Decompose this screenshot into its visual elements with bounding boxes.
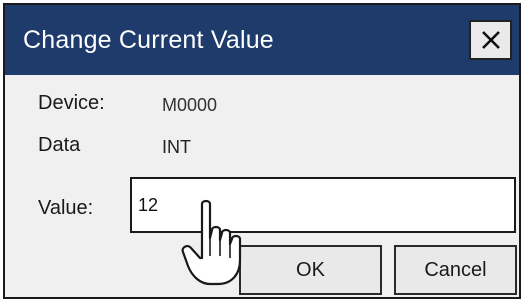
value-input[interactable]: [130, 177, 516, 233]
device-label: Device:: [38, 92, 105, 114]
ok-button[interactable]: OK: [239, 245, 382, 295]
dialog-title: Change Current Value: [23, 26, 274, 54]
close-button[interactable]: [469, 20, 512, 60]
change-value-dialog: Change Current Value Device: M0000 Data …: [3, 3, 521, 299]
dialog-titlebar: Change Current Value: [5, 5, 519, 75]
cancel-button[interactable]: Cancel: [394, 245, 517, 295]
value-label: Value:: [38, 197, 94, 219]
device-value: M0000: [162, 95, 218, 115]
data-type-label: Data: [38, 134, 81, 156]
close-icon: [481, 31, 500, 49]
data-type-value: INT: [162, 137, 191, 157]
